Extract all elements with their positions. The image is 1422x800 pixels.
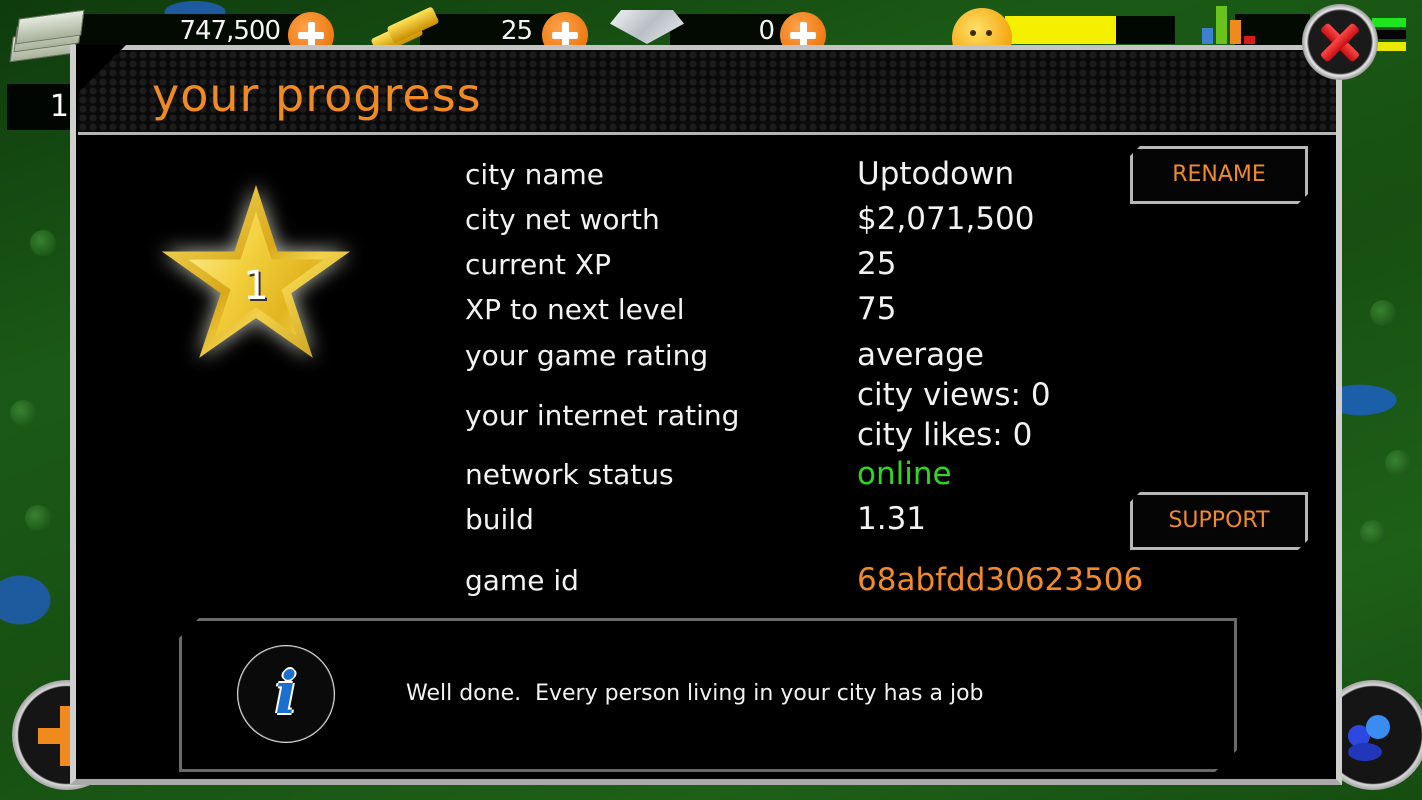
label-internet-rating: your internet rating bbox=[465, 399, 740, 432]
message-text: Well done. Every person living in your c… bbox=[406, 681, 984, 706]
label-xp-next-level: XP to next level bbox=[465, 293, 685, 326]
value-city-views: city views: 0 bbox=[857, 377, 1051, 413]
label-city-name: city name bbox=[465, 158, 605, 191]
diamond-value: 0 bbox=[758, 16, 775, 46]
bar-chart-icon[interactable] bbox=[1200, 4, 1262, 44]
label-network-status: network status bbox=[465, 458, 674, 491]
background-tree bbox=[25, 505, 51, 531]
close-button[interactable] bbox=[1302, 4, 1378, 80]
gold-bars-icon bbox=[370, 6, 444, 56]
info-glyph: i bbox=[274, 659, 298, 727]
value-current-xp: 25 bbox=[857, 246, 897, 282]
rename-button[interactable]: RENAME bbox=[1130, 146, 1308, 204]
background-tree bbox=[1370, 300, 1396, 326]
value-game-id: 68abfdd30623506 bbox=[857, 562, 1144, 598]
value-game-rating: average bbox=[857, 337, 984, 373]
dialog-title: your progress bbox=[152, 68, 482, 122]
label-net-worth: city net worth bbox=[465, 203, 660, 236]
background-tree bbox=[1385, 450, 1411, 476]
money-value: 747,500 bbox=[179, 16, 281, 46]
value-network-status: online bbox=[857, 456, 952, 492]
gold-value: 25 bbox=[500, 16, 533, 46]
happiness-fill bbox=[1005, 16, 1116, 44]
value-city-name: Uptodown bbox=[857, 156, 1015, 192]
background-tree bbox=[10, 400, 36, 426]
value-build: 1.31 bbox=[857, 501, 927, 537]
value-city-likes: city likes: 0 bbox=[857, 417, 1033, 453]
label-current-xp: current XP bbox=[465, 248, 611, 281]
happiness-meter bbox=[1005, 16, 1175, 44]
label-build: build bbox=[465, 503, 534, 536]
level-star: 1 bbox=[158, 185, 354, 375]
label-game-id: game id bbox=[465, 564, 579, 597]
star-level-number: 1 bbox=[243, 263, 269, 309]
info-icon: i bbox=[237, 645, 335, 743]
support-button[interactable]: SUPPORT bbox=[1130, 492, 1308, 550]
value-xp-next-level: 75 bbox=[857, 291, 897, 327]
background-tree bbox=[30, 230, 56, 256]
background-tree bbox=[1360, 520, 1386, 546]
people-icon bbox=[1348, 715, 1403, 761]
value-net-worth: $2,071,500 bbox=[857, 201, 1035, 237]
label-game-rating: your game rating bbox=[465, 339, 709, 372]
